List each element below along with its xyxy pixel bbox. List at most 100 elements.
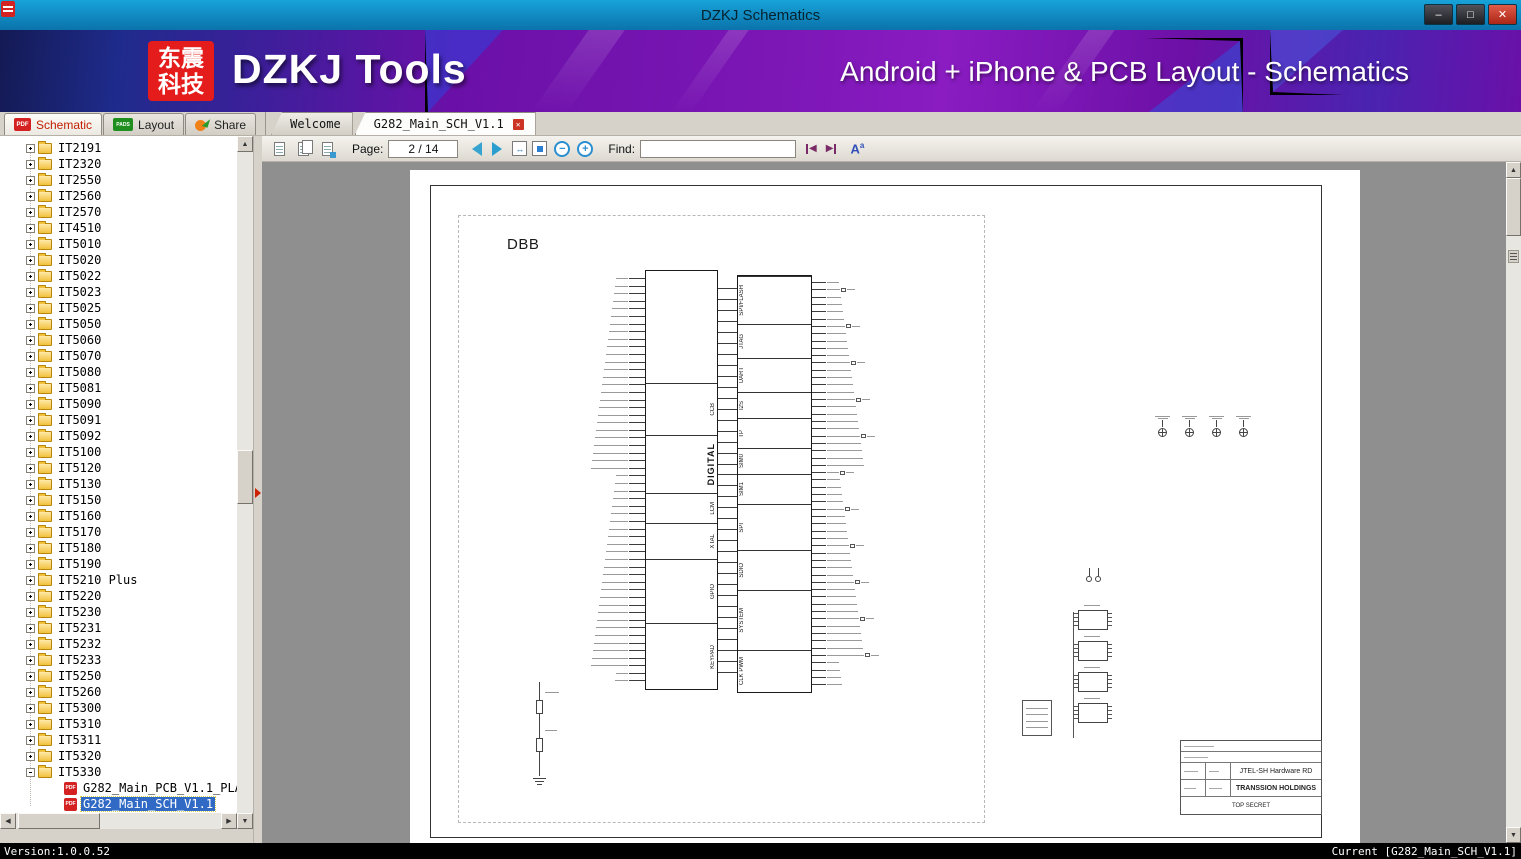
- tree-folder-row[interactable]: IT5090: [0, 396, 237, 412]
- zoom-out-button[interactable]: −: [554, 140, 571, 157]
- expand-plus-icon[interactable]: [26, 623, 35, 633]
- scroll-right-icon[interactable]: ▶: [221, 813, 237, 829]
- tree-folder-row[interactable]: IT5320: [0, 748, 237, 764]
- expand-plus-icon[interactable]: [26, 319, 35, 329]
- tree-folder-row[interactable]: IT5130: [0, 476, 237, 492]
- expand-plus-icon[interactable]: [26, 495, 35, 505]
- tree-vertical-scrollbar[interactable]: ▲ ▼: [237, 136, 253, 829]
- expand-plus-icon[interactable]: [26, 511, 35, 521]
- tree-folder-row[interactable]: IT5233: [0, 652, 237, 668]
- expand-plus-icon[interactable]: [26, 271, 35, 281]
- expand-plus-icon[interactable]: [26, 191, 35, 201]
- scroll-track[interactable]: [1506, 178, 1521, 827]
- expand-plus-icon[interactable]: [26, 719, 35, 729]
- tree-folder-row[interactable]: IT5060: [0, 332, 237, 348]
- tree-folder-row-expanded[interactable]: IT5330: [0, 764, 237, 780]
- expand-plus-icon[interactable]: [26, 287, 35, 297]
- scroll-track[interactable]: [16, 813, 221, 829]
- find-next-button[interactable]: ▶: [826, 143, 838, 154]
- tree-folder-row[interactable]: IT5220: [0, 588, 237, 604]
- tree-folder-row[interactable]: IT5150: [0, 492, 237, 508]
- title-bar[interactable]: DZKJ Schematics – □ ✕: [0, 0, 1521, 30]
- tree-folder-row[interactable]: IT4510: [0, 220, 237, 236]
- splitter-collapse-icon[interactable]: [255, 488, 261, 498]
- tree-folder-row[interactable]: IT5091: [0, 412, 237, 428]
- expand-plus-icon[interactable]: [26, 335, 35, 345]
- tree-folder-row[interactable]: IT5020: [0, 252, 237, 268]
- expand-plus-icon[interactable]: [26, 399, 35, 409]
- tree-folder-row[interactable]: IT5100: [0, 444, 237, 460]
- scroll-thumb[interactable]: [237, 450, 253, 504]
- expand-plus-icon[interactable]: [26, 175, 35, 185]
- tree-folder-row[interactable]: IT2191: [0, 140, 237, 156]
- find-input[interactable]: [640, 139, 797, 158]
- find-previous-button[interactable]: ◀: [805, 143, 817, 154]
- folder-tree[interactable]: IT2191 IT2320 IT2550 IT2560 IT2570 IT451…: [0, 136, 237, 813]
- expand-plus-icon[interactable]: [26, 479, 35, 489]
- maximize-button[interactable]: □: [1456, 4, 1485, 25]
- tree-folder-row[interactable]: IT2560: [0, 188, 237, 204]
- tree-folder-row[interactable]: IT5050: [0, 316, 237, 332]
- tree-folder-row[interactable]: IT5160: [0, 508, 237, 524]
- expand-plus-icon[interactable]: [26, 575, 35, 585]
- expand-plus-icon[interactable]: [26, 351, 35, 361]
- expand-plus-icon[interactable]: [26, 255, 35, 265]
- expand-plus-icon[interactable]: [26, 543, 35, 553]
- expand-plus-icon[interactable]: [26, 383, 35, 393]
- scroll-thumb[interactable]: [18, 813, 100, 829]
- expand-plus-icon[interactable]: [26, 159, 35, 169]
- expand-plus-icon[interactable]: [26, 655, 35, 665]
- tree-folder-row[interactable]: IT5025: [0, 300, 237, 316]
- tree-folder-row[interactable]: IT2570: [0, 204, 237, 220]
- expand-plus-icon[interactable]: [26, 751, 35, 761]
- tab-close-icon[interactable]: ✕: [512, 118, 524, 130]
- tree-folder-row[interactable]: IT5070: [0, 348, 237, 364]
- tree-folder-row[interactable]: IT5231: [0, 620, 237, 636]
- tree-folder-row[interactable]: IT5232: [0, 636, 237, 652]
- scroll-up-icon[interactable]: ▲: [237, 136, 253, 152]
- tree-file-row[interactable]: PDF G282_Main_PCB_V1.1_PLACEM: [0, 780, 237, 796]
- expand-plus-icon[interactable]: [26, 527, 35, 537]
- collapse-minus-icon[interactable]: [26, 767, 35, 777]
- expand-plus-icon[interactable]: [26, 639, 35, 649]
- page-number-input[interactable]: [388, 139, 459, 158]
- expand-plus-icon[interactable]: [26, 415, 35, 425]
- tab-schematic[interactable]: PDF Schematic: [4, 113, 103, 135]
- fit-page-button[interactable]: [532, 141, 548, 156]
- sidebar-splitter[interactable]: [253, 136, 262, 843]
- expand-plus-icon[interactable]: [26, 703, 35, 713]
- tree-folder-row[interactable]: IT5170: [0, 524, 237, 540]
- tree-folder-row[interactable]: IT5023: [0, 284, 237, 300]
- expand-plus-icon[interactable]: [26, 607, 35, 617]
- tree-folder-row[interactable]: IT5022: [0, 268, 237, 284]
- tree-file-row-selected[interactable]: PDF G282_Main_SCH_V1.1: [0, 796, 237, 812]
- expand-plus-icon[interactable]: [26, 367, 35, 377]
- tree-folder-row[interactable]: IT5010: [0, 236, 237, 252]
- expand-plus-icon[interactable]: [26, 223, 35, 233]
- expand-plus-icon[interactable]: [26, 735, 35, 745]
- tree-folder-row[interactable]: IT5230: [0, 604, 237, 620]
- font-size-button[interactable]: Aa: [850, 141, 864, 156]
- tree-folder-row[interactable]: IT5180: [0, 540, 237, 556]
- tree-folder-row[interactable]: IT5310: [0, 716, 237, 732]
- scroll-thumb[interactable]: [1506, 178, 1521, 236]
- tree-folder-row[interactable]: IT5210 Plus: [0, 572, 237, 588]
- close-button[interactable]: ✕: [1488, 4, 1517, 25]
- tab-share[interactable]: Share: [185, 113, 257, 135]
- scroll-down-icon[interactable]: ▼: [237, 813, 253, 829]
- expand-plus-icon[interactable]: [26, 431, 35, 441]
- scroll-track[interactable]: [237, 152, 253, 813]
- scroll-up-icon[interactable]: ▲: [1506, 162, 1521, 178]
- tree-folder-row[interactable]: IT5081: [0, 380, 237, 396]
- doc-tab-current[interactable]: G282_Main_SCH_V1.1 ✕: [354, 112, 536, 135]
- expand-plus-icon[interactable]: [26, 687, 35, 697]
- previous-page-button[interactable]: [472, 141, 483, 156]
- tree-folder-row[interactable]: IT5300: [0, 700, 237, 716]
- single-page-view-button[interactable]: [270, 139, 289, 158]
- expand-plus-icon[interactable]: [26, 239, 35, 249]
- continuous-view-button[interactable]: [318, 139, 337, 158]
- expand-plus-icon[interactable]: [26, 463, 35, 473]
- pdf-vertical-scrollbar[interactable]: ▲ ▼: [1506, 162, 1521, 843]
- expand-plus-icon[interactable]: [26, 671, 35, 681]
- pdf-view-area[interactable]: DBB CCB DIGITAL LCM XTAL GPIO KEYPAD SPI…: [262, 162, 1521, 843]
